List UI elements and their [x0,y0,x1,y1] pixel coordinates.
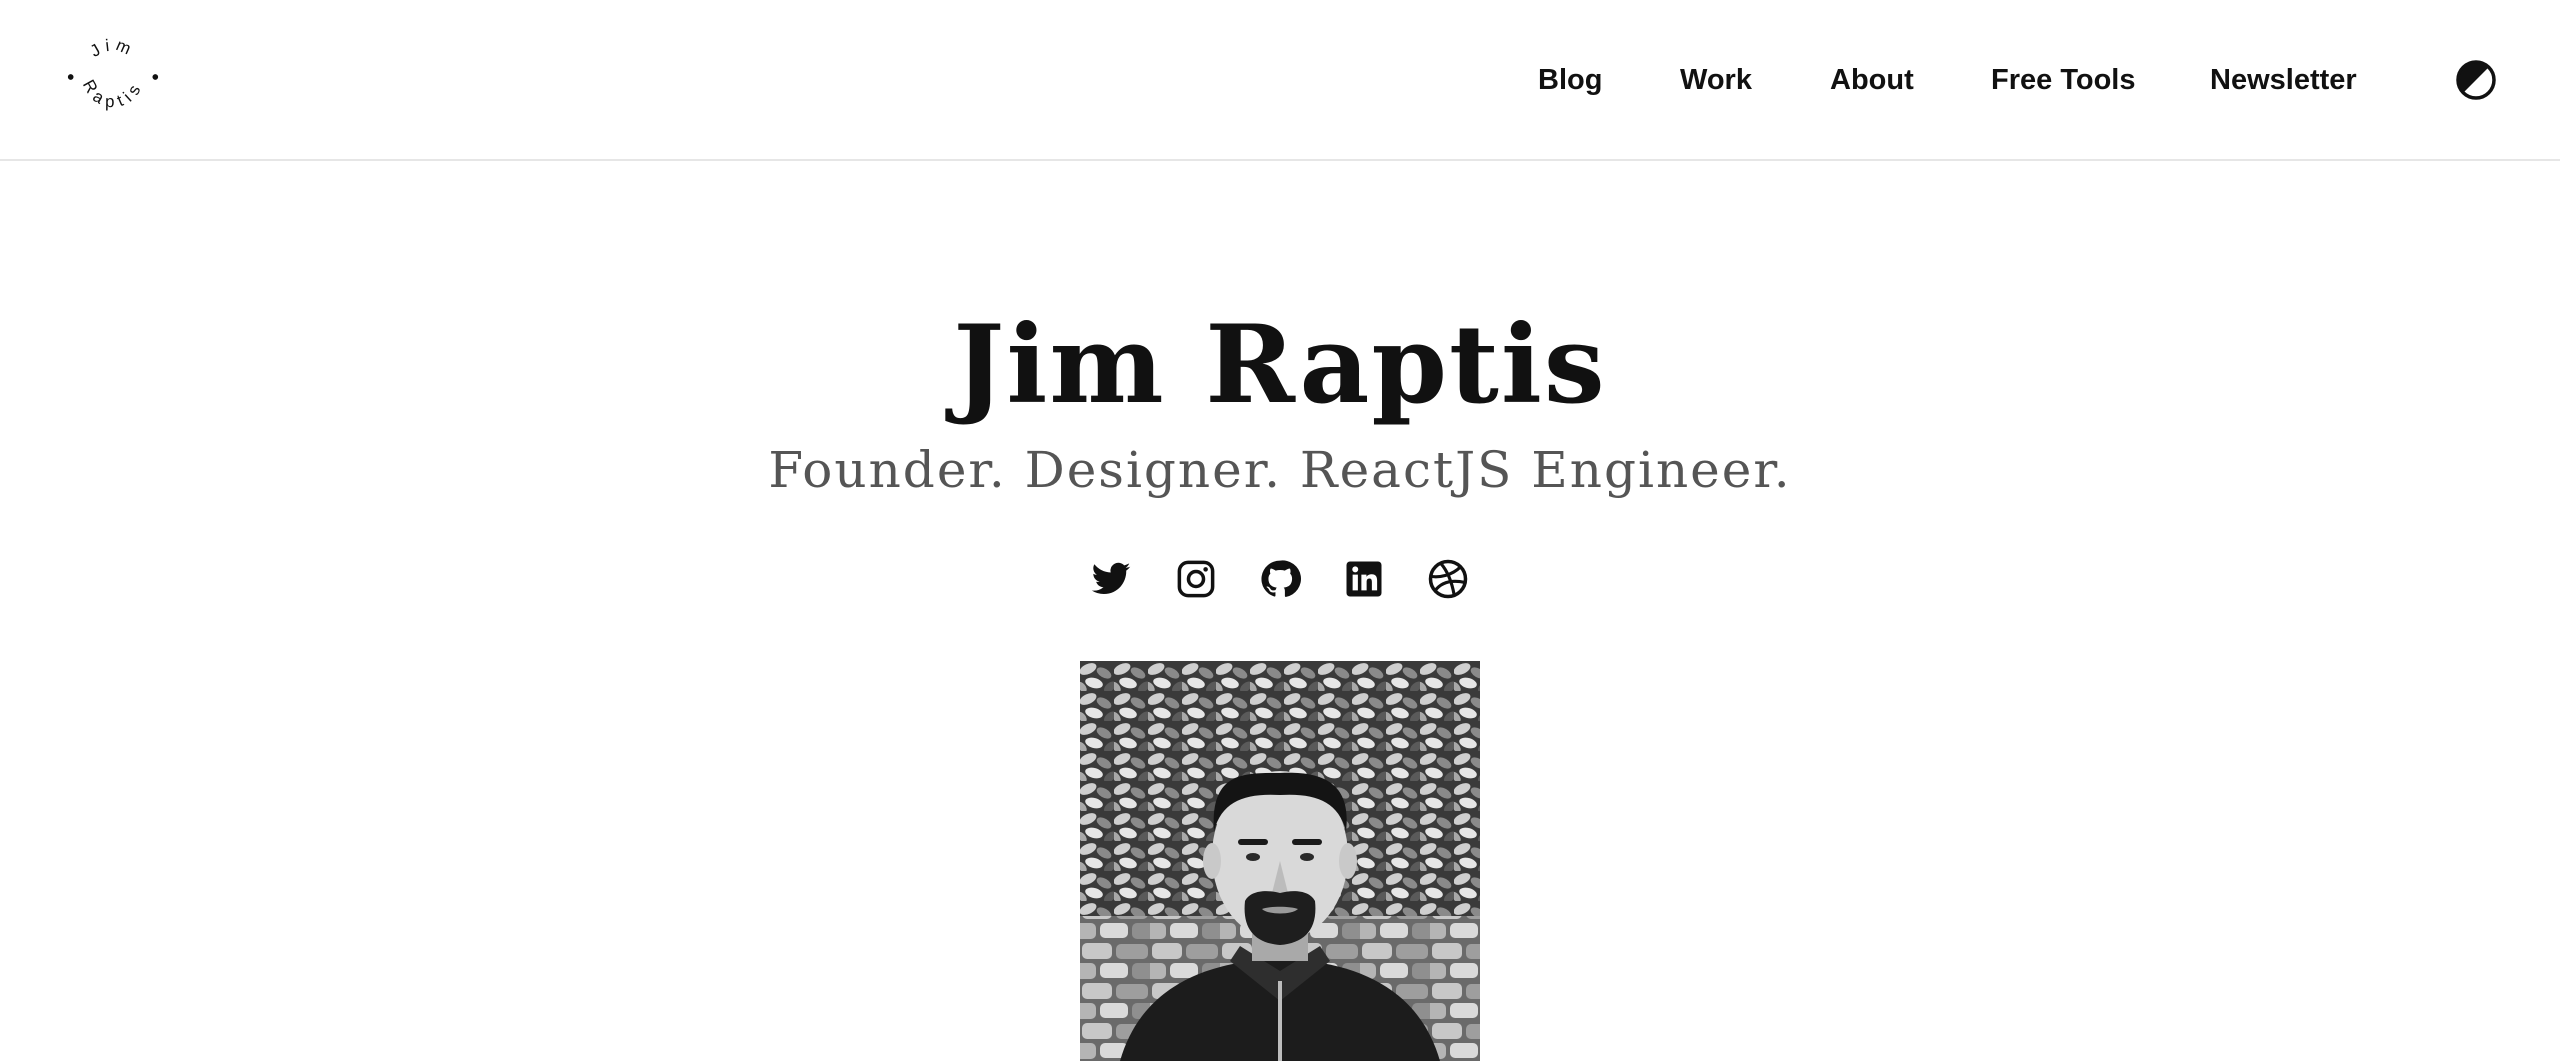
hero-subtitle: Founder. Designer. ReactJS Engineer. [768,441,1792,499]
nav-blog[interactable]: Blog [1538,60,1602,100]
portrait-photo [1080,661,1480,1061]
instagram-icon[interactable] [1175,558,1217,600]
nav-newsletter[interactable]: Newsletter [2210,60,2357,100]
linkedin-icon[interactable] [1343,558,1385,600]
hero-title: Jim Raptis [953,302,1607,428]
dribbble-icon[interactable] [1427,558,1469,600]
nav-free-tools[interactable]: Free Tools [1991,60,2136,100]
github-icon[interactable] [1259,558,1301,600]
portrait-illustration [1080,661,1480,1061]
site-header: Jim Raptis Blog Work About Free Tools Ne… [0,0,2560,161]
main-nav: Blog Work About Free Tools Newsletter [0,0,2560,160]
twitter-icon[interactable] [1090,558,1132,600]
nav-about[interactable]: About [1830,60,1914,100]
nav-work[interactable]: Work [1680,60,1752,100]
theme-toggle-icon[interactable] [2455,59,2497,101]
